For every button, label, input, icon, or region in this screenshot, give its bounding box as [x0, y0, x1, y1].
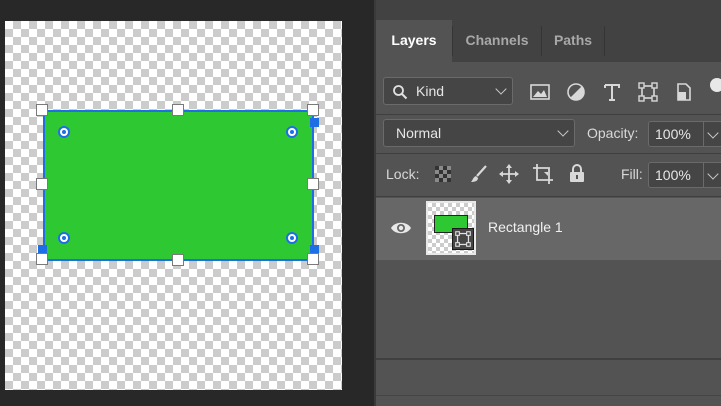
tab-separator	[604, 26, 605, 56]
type-filter-icon[interactable]	[601, 81, 623, 103]
layer-row-rectangle[interactable]: Rectangle 1	[376, 198, 721, 260]
brush-icon[interactable]	[468, 163, 490, 185]
rectangle-shape[interactable]	[43, 110, 314, 261]
divider	[376, 395, 721, 396]
canvas-workspace[interactable]	[0, 0, 374, 406]
chevron-down-icon	[495, 83, 507, 95]
shape-layer-badge-icon	[452, 228, 474, 250]
transform-handle-top[interactable]	[172, 104, 184, 116]
transform-handle-top-left[interactable]	[36, 104, 48, 116]
shape-filter-icon[interactable]	[637, 81, 659, 103]
transform-handle-bottom[interactable]	[172, 254, 184, 266]
fill-label: Fill:	[621, 166, 643, 182]
filter-row: Kind	[376, 62, 721, 114]
lock-transparent-pixels-icon[interactable]	[433, 164, 453, 184]
corner-radius-handle-bottom-left[interactable]	[58, 232, 70, 244]
search-icon	[393, 85, 408, 100]
blend-mode-value: Normal	[396, 125, 442, 141]
panel-tab-bar: Layers Channels Paths	[376, 0, 721, 62]
opacity-input[interactable]: 100%	[648, 121, 721, 147]
filter-toggle-switch[interactable]	[710, 78, 721, 92]
lock-label: Lock:	[386, 166, 420, 182]
panel-footer	[376, 358, 721, 406]
transform-handle-left[interactable]	[36, 178, 48, 190]
dropdown-separator	[703, 122, 704, 146]
chevron-down-icon[interactable]	[707, 168, 719, 180]
lock-row: Lock: Fill: 100%	[376, 154, 721, 196]
move-icon[interactable]	[498, 163, 520, 185]
fill-value: 100%	[655, 167, 691, 183]
tab-layers[interactable]: Layers	[376, 20, 452, 62]
layers-panel: Layers Channels Paths Kind Normal Opacit…	[374, 0, 721, 406]
lock-icon[interactable]	[566, 162, 588, 184]
image-filter-icon[interactable]	[529, 81, 551, 103]
layer-thumbnail[interactable]	[426, 201, 476, 255]
divider	[376, 196, 721, 197]
chevron-down-icon[interactable]	[707, 127, 719, 139]
transform-handle-bottom-right[interactable]	[307, 253, 319, 265]
corner-radius-handle-top-right[interactable]	[286, 126, 298, 138]
transform-handle-top-right[interactable]	[307, 104, 319, 116]
artboard-crop-icon[interactable]	[532, 163, 554, 185]
opacity-label: Opacity:	[587, 125, 639, 141]
transform-handle-right[interactable]	[307, 178, 319, 190]
blend-row: Normal Opacity: 100%	[376, 115, 721, 153]
eye-icon[interactable]	[390, 220, 412, 236]
dropdown-separator	[703, 163, 704, 187]
layer-name[interactable]: Rectangle 1	[488, 219, 563, 235]
tab-channels[interactable]: Channels	[453, 20, 541, 62]
opacity-value: 100%	[655, 126, 691, 142]
corner-radius-handle-bottom-right[interactable]	[286, 232, 298, 244]
tab-paths[interactable]: Paths	[542, 20, 604, 62]
transform-handle-bottom-left[interactable]	[36, 253, 48, 265]
filter-kind-label: Kind	[416, 83, 445, 99]
corner-radius-handle-top-left[interactable]	[58, 126, 70, 138]
corner-handle-top-right[interactable]	[310, 118, 319, 127]
filter-kind-dropdown[interactable]: Kind	[383, 77, 513, 105]
adjustment-filter-icon[interactable]	[565, 81, 587, 103]
blend-mode-dropdown[interactable]: Normal	[383, 119, 575, 147]
panel-header-strip	[376, 0, 721, 20]
fill-input[interactable]: 100%	[648, 162, 721, 188]
chevron-down-icon	[557, 125, 569, 137]
smart-object-filter-icon[interactable]	[673, 81, 695, 103]
